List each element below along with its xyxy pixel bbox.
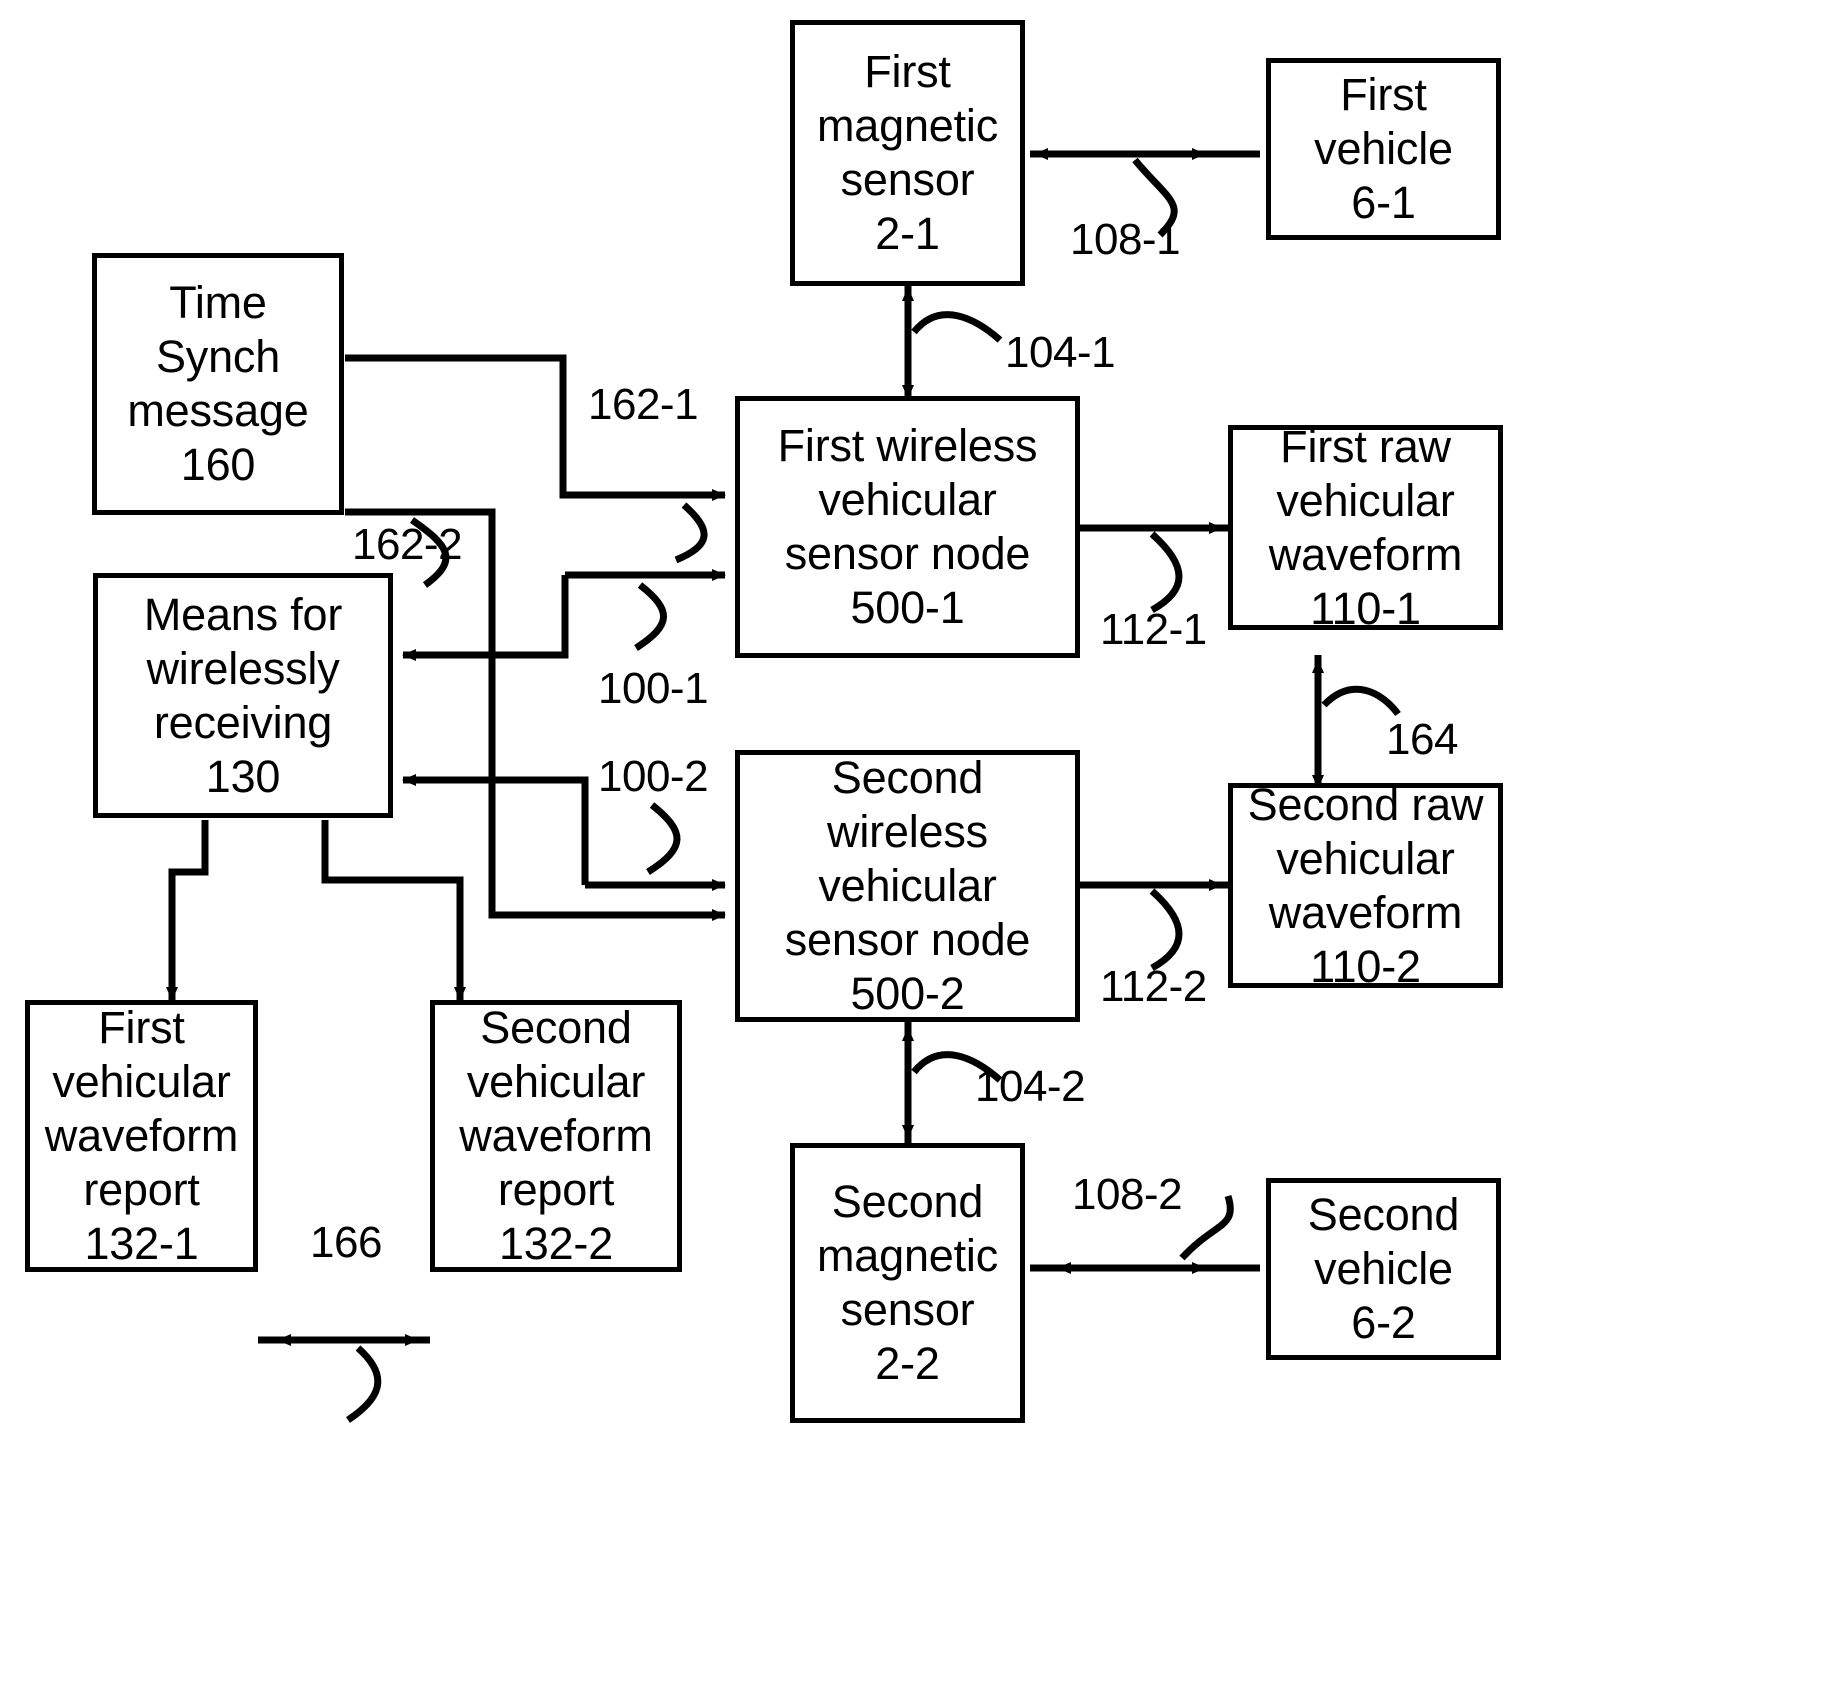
box-line: Second — [480, 1002, 632, 1053]
box-line: report — [497, 1164, 615, 1215]
box-line: vehicle — [1314, 1243, 1453, 1294]
box-line: waveform — [1268, 528, 1463, 580]
box-line: sensor — [840, 1284, 975, 1335]
box-line: vehicle — [1314, 123, 1453, 174]
connector-104-1 — [902, 285, 1003, 400]
box-line: Means for — [143, 588, 343, 640]
box-line: vehicular — [818, 474, 997, 525]
label-108-1: 108-1 — [1070, 215, 1181, 264]
label-164: 164 — [1386, 715, 1458, 764]
patent-diagram-canvas: First magnetic sensor 2-1 First vehicle … — [0, 0, 1827, 1705]
box-second-vehicle[interactable]: Second vehicle 6-2 — [1266, 1178, 1501, 1360]
label-112-2: 112-2 — [1100, 962, 1207, 1011]
box-first-magnetic-sensor[interactable]: First magnetic sensor 2-1 — [790, 20, 1025, 286]
box-line: wirelessly — [146, 642, 340, 694]
box-line: First — [864, 46, 951, 97]
label-104-2: 104-2 — [975, 1062, 1086, 1111]
box-line: vehicular — [52, 1056, 231, 1107]
box-line: vehicular — [466, 1056, 646, 1107]
box-ref: 6-1 — [1351, 177, 1416, 228]
box-line: waveform — [459, 1110, 653, 1161]
box-line: First — [98, 1002, 185, 1053]
label-100-2: 100-2 — [598, 752, 709, 801]
box-line: sensor — [840, 154, 975, 205]
box-line: Second — [1307, 1189, 1460, 1240]
connector-112-1 — [1057, 522, 1228, 614]
box-first-vehicle[interactable]: First vehicle 6-1 — [1266, 58, 1501, 240]
box-line: Second — [831, 1176, 984, 1227]
box-line: sensor node — [784, 528, 1031, 579]
box-line: vehicular — [1276, 474, 1455, 526]
box-ref: 110-1 — [1310, 582, 1421, 634]
box-ref: 132-1 — [84, 1218, 199, 1269]
box-means-for-wirelessly-receiving[interactable]: Means for wirelessly receiving 130 — [93, 573, 393, 818]
box-first-vehicular-waveform-report[interactable]: First vehicular waveform report 132-1 — [25, 1000, 258, 1272]
box-first-wireless-vehicular-sensor-node[interactable]: First wireless vehicular sensor node 500… — [735, 396, 1080, 658]
box-ref: 2-1 — [875, 208, 940, 259]
box-line: Second — [831, 752, 984, 803]
label-166: 166 — [310, 1218, 382, 1267]
box-second-wireless-vehicular-sensor-node[interactable]: Second wireless vehicular sensor node 50… — [735, 750, 1080, 1022]
label-162-1: 162-1 — [588, 380, 699, 429]
box-second-magnetic-sensor[interactable]: Second magnetic sensor 2-2 — [790, 1143, 1025, 1423]
box-second-raw-vehicular-waveform[interactable]: Second raw vehicular waveform 110-2 — [1228, 779, 1503, 992]
box-ref: 160 — [180, 439, 256, 490]
box-line: magnetic — [817, 1230, 998, 1281]
box-line: Time — [169, 277, 267, 328]
connector-112-2 — [1057, 879, 1228, 972]
box-line: waveform — [1268, 886, 1463, 938]
box-ref: 6-2 — [1351, 1297, 1416, 1348]
label-104-1: 104-1 — [1005, 328, 1116, 377]
label-100-1: 100-1 — [598, 664, 709, 713]
box-time-synch-message[interactable]: Time Synch message 160 — [92, 253, 344, 515]
box-line: sensor node — [784, 914, 1031, 965]
box-line: Second raw — [1247, 778, 1484, 830]
box-ref: 2-2 — [875, 1338, 940, 1389]
box-ref: 110-2 — [1310, 940, 1421, 992]
box-ref: 130 — [205, 750, 281, 802]
box-line: vehicular — [1276, 832, 1455, 884]
label-112-1: 112-1 — [1100, 605, 1207, 654]
box-line: Synch — [155, 331, 281, 382]
box-line: First — [1340, 69, 1427, 120]
box-line: magnetic — [817, 100, 998, 151]
box-line: receiving — [153, 696, 333, 748]
box-ref: 132-2 — [498, 1218, 614, 1269]
box-ref: 500-2 — [850, 968, 965, 1019]
box-line: wireless — [827, 806, 988, 857]
connector-means-to-second-report — [321, 820, 466, 1001]
label-108-2: 108-2 — [1072, 1170, 1183, 1219]
label-162-2: 162-2 — [352, 520, 463, 569]
connector-166 — [258, 1334, 430, 1423]
box-line: report — [83, 1164, 200, 1215]
box-line: message — [127, 385, 309, 436]
connector-means-to-first-report — [166, 820, 209, 1001]
box-ref: 500-1 — [850, 582, 965, 633]
box-line: waveform — [44, 1110, 239, 1161]
box-line: vehicular — [818, 860, 997, 911]
box-first-raw-vehicular-waveform[interactable]: First raw vehicular waveform 110-1 — [1228, 421, 1503, 634]
box-line: First raw — [1280, 420, 1451, 472]
box-line: First wireless — [777, 420, 1038, 471]
box-second-vehicular-waveform-report[interactable]: Second vehicular waveform report 132-2 — [430, 1000, 682, 1272]
connector-100-1 — [402, 569, 726, 661]
